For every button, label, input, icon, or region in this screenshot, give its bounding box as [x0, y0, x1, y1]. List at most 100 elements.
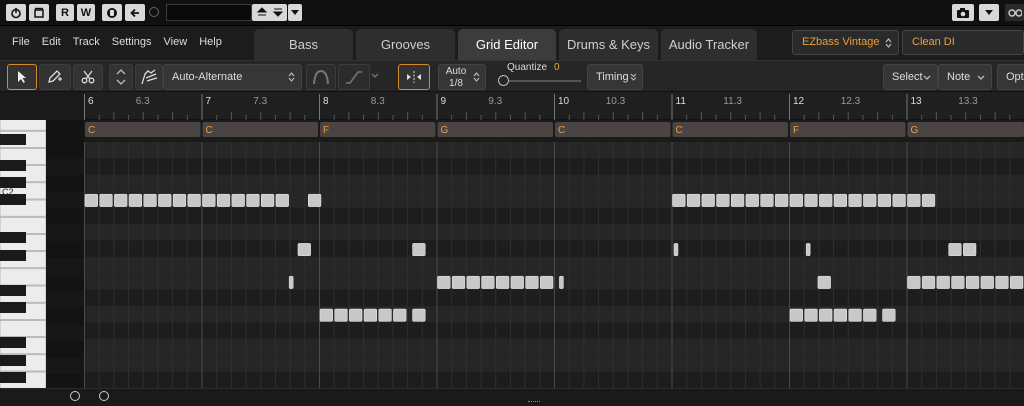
- articulation-stepper[interactable]: [109, 64, 133, 90]
- select-label: Select: [892, 71, 923, 83]
- metronome-button[interactable]: [102, 4, 122, 21]
- midi-note: [804, 308, 818, 322]
- gutter-row: [46, 142, 84, 159]
- ruler-beat-label: 8.3: [371, 96, 385, 107]
- chord-label: F: [323, 125, 329, 136]
- draw-tool-button[interactable]: [39, 64, 71, 90]
- write-mode-button[interactable]: W: [77, 4, 95, 21]
- quantize-value: 0: [554, 62, 560, 73]
- chevron-down-icon: [291, 9, 299, 15]
- black-key: [0, 355, 26, 366]
- stop-icon: [34, 7, 44, 18]
- slide-tool-button[interactable]: [306, 64, 336, 90]
- select-menu[interactable]: Select: [883, 64, 938, 90]
- midi-note: [760, 193, 774, 207]
- chevron-down-icon[interactable]: [371, 73, 379, 79]
- transport-menu-button[interactable]: [288, 4, 302, 21]
- piano-keyboard[interactable]: C2: [0, 120, 46, 388]
- midi-note: [231, 193, 245, 207]
- midi-note: [540, 275, 554, 289]
- midi-note: [187, 193, 201, 207]
- link-icon[interactable]: [149, 7, 159, 17]
- timeline-ruler[interactable]: 6 6.3 7 7.3 8 8.3 9 9.3 10 10.3 11 11.3 12 12.3 13 13.3: [0, 92, 1024, 120]
- midi-note: [481, 275, 495, 289]
- horizontal-scrollbar[interactable]: [0, 388, 1024, 406]
- midi-note: [216, 193, 231, 207]
- grid-editor-window: R W File Edit Track Settings View Help B…: [0, 0, 1024, 406]
- tab-drums-keys[interactable]: Drums & Keys: [559, 29, 658, 60]
- articulation-hand-icon-button[interactable]: [135, 64, 163, 90]
- chord-label: G: [441, 125, 449, 136]
- record-mode-button[interactable]: R: [56, 4, 74, 21]
- chevron-down-icon: [977, 75, 985, 80]
- midi-note: [817, 275, 831, 289]
- menu-and-tabs-row: File Edit Track Settings View Help Bass …: [0, 26, 1024, 60]
- position-field[interactable]: [166, 4, 252, 21]
- split-tool-button[interactable]: [73, 64, 103, 90]
- gutter-row: [46, 308, 84, 325]
- chord-block: [790, 122, 906, 137]
- return-button[interactable]: [125, 4, 145, 21]
- menu-help[interactable]: Help: [193, 26, 228, 60]
- white-key: [0, 320, 46, 337]
- menu-view[interactable]: View: [158, 26, 194, 60]
- ruler-beat-label: 7.3: [253, 96, 267, 107]
- black-key: [0, 160, 26, 171]
- velocity-curve-button[interactable]: [338, 64, 370, 90]
- note-grid-canvas: [84, 142, 1024, 388]
- midi-note: [745, 193, 759, 207]
- menu-track[interactable]: Track: [67, 26, 106, 60]
- menu-file[interactable]: File: [0, 26, 36, 60]
- lane-gutter-rows: [46, 142, 84, 388]
- zoom-in-handle[interactable]: [99, 391, 109, 401]
- quantize-slider-thumb[interactable]: [498, 75, 509, 86]
- menu-settings[interactable]: Settings: [106, 26, 158, 60]
- midi-note: [128, 193, 142, 207]
- zoom-out-handle[interactable]: [70, 391, 80, 401]
- menu-edit[interactable]: Edit: [36, 26, 67, 60]
- nudge-buttons[interactable]: [252, 4, 287, 21]
- quantize-slider-track[interactable]: [501, 80, 581, 82]
- quick-controls-button[interactable]: [1005, 4, 1024, 21]
- midi-note: [805, 243, 811, 257]
- stop-button[interactable]: [29, 4, 49, 21]
- power-button[interactable]: [6, 4, 26, 21]
- midi-note: [701, 193, 715, 207]
- midi-note: [907, 193, 921, 207]
- midi-note: [99, 193, 113, 207]
- snap-toggle-button[interactable]: [398, 64, 430, 90]
- pointer-icon: [18, 71, 26, 83]
- midi-note: [833, 193, 847, 207]
- resize-grip[interactable]: [528, 401, 540, 403]
- chord-block: [320, 122, 436, 137]
- timing-button[interactable]: Timing: [587, 64, 643, 90]
- chord-label: C: [558, 125, 565, 136]
- camera-button[interactable]: [952, 4, 974, 21]
- midi-note: [412, 308, 426, 322]
- midi-note: [921, 193, 936, 207]
- tab-grooves[interactable]: Grooves: [356, 29, 455, 60]
- up-down-chevron-icon: [473, 72, 480, 82]
- midi-note: [378, 308, 392, 322]
- tab-bass[interactable]: Bass: [254, 29, 353, 60]
- tab-audio-tracker[interactable]: Audio Tracker: [661, 29, 757, 60]
- instrument-selector[interactable]: EZbass Vintage: [792, 30, 899, 55]
- articulation-select[interactable]: Auto-Alternate: [163, 64, 302, 90]
- velocity-curve-icon: [346, 71, 362, 84]
- pencil-icon: [48, 70, 62, 83]
- options-menu[interactable]: Opt: [997, 64, 1024, 90]
- note-menu[interactable]: Note: [938, 64, 992, 90]
- qc-icon: [1007, 8, 1022, 17]
- preset-selector[interactable]: Clean DI: [902, 30, 1024, 55]
- pointer-tool-button[interactable]: [7, 64, 37, 90]
- gutter-row: [46, 274, 84, 292]
- note-grid[interactable]: [84, 142, 1024, 388]
- grid-resolution-select[interactable]: Auto 1/8: [438, 64, 486, 90]
- tab-grid-editor[interactable]: Grid Editor: [458, 29, 556, 60]
- instrument-name: EZbass Vintage: [802, 36, 880, 48]
- midi-note: [731, 193, 745, 207]
- chord-track-blocks: CCFGCCFG: [85, 122, 1024, 137]
- view-menu-button[interactable]: [979, 4, 999, 21]
- midi-note: [559, 275, 564, 289]
- gutter-row: [46, 374, 84, 388]
